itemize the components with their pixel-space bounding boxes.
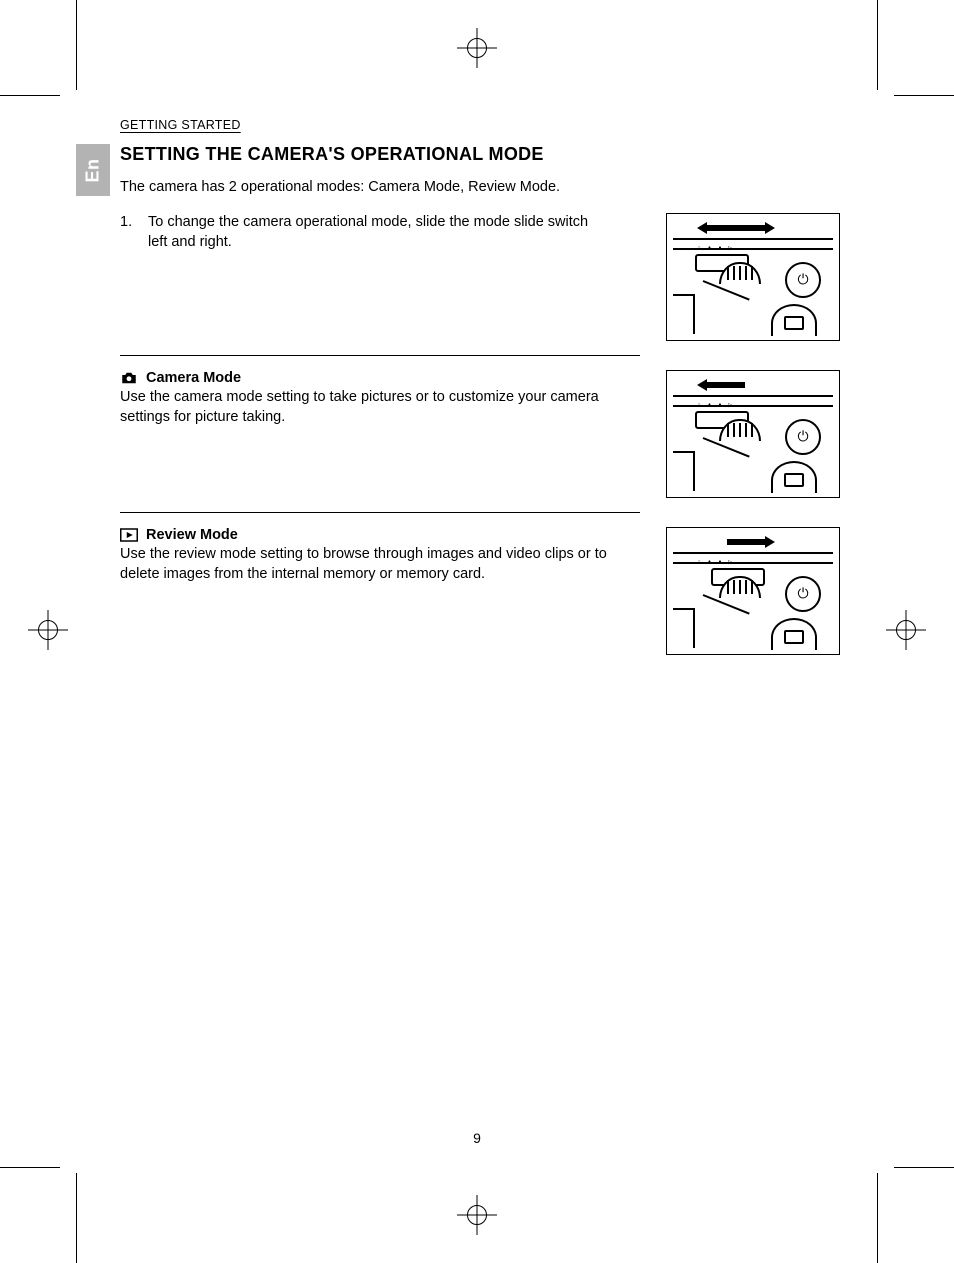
play-icon — [120, 528, 138, 542]
language-tab: En — [76, 144, 110, 196]
step-1: 1. To change the camera operational mode… — [120, 213, 840, 341]
figure-camera-mode: ◦ • • ▷ — [666, 370, 840, 498]
figure-mode-switch-overview: ◦ • • ▷ — [666, 213, 840, 341]
step-1-number: 1. — [120, 213, 138, 252]
register-mark-top — [457, 28, 497, 68]
running-head: GETTING STARTED — [120, 118, 840, 132]
register-mark-bottom — [457, 1195, 497, 1235]
review-mode-section: Review Mode Use the review mode setting … — [120, 527, 840, 655]
divider — [120, 512, 640, 513]
figure-review-mode: ◦ • • ▷ — [666, 527, 840, 655]
review-mode-heading: Review Mode — [146, 527, 238, 543]
camera-icon — [120, 371, 138, 385]
step-1-text: To change the camera operational mode, s… — [148, 213, 610, 252]
page-number: 9 — [0, 1130, 954, 1146]
register-mark-right — [886, 610, 926, 650]
page-title: SETTING THE CAMERA'S OPERATIONAL MODE — [120, 144, 840, 165]
camera-mode-section: Camera Mode Use the camera mode setting … — [120, 370, 840, 498]
register-mark-left — [28, 610, 68, 650]
divider — [120, 355, 640, 356]
intro-text: The camera has 2 operational modes: Came… — [120, 179, 840, 195]
language-label: En — [82, 158, 103, 182]
camera-mode-heading: Camera Mode — [146, 370, 241, 386]
camera-mode-desc: Use the camera mode setting to take pict… — [120, 388, 640, 427]
review-mode-desc: Use the review mode setting to browse th… — [120, 545, 640, 584]
